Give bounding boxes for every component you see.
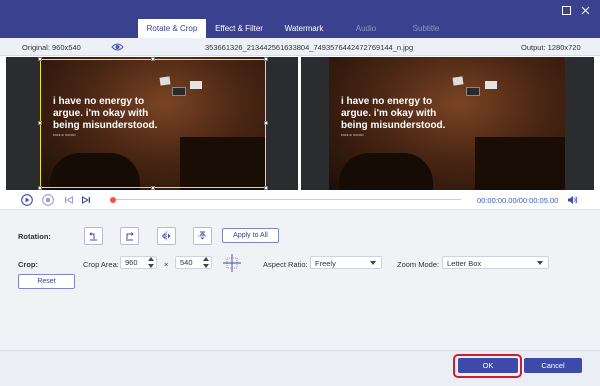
next-frame-icon[interactable] <box>80 194 92 206</box>
flip-vertical-icon[interactable] <box>193 227 212 245</box>
crop-width-input[interactable]: 960 <box>120 256 157 269</box>
crop-handle-left[interactable] <box>38 121 42 125</box>
flip-horizontal-icon[interactable] <box>157 227 176 245</box>
height-stepper[interactable] <box>202 257 210 268</box>
output-preview: i have no energy to argue. i'm okay with… <box>301 57 594 190</box>
original-resolution: Original: 960x540 <box>22 43 81 52</box>
crop-frame[interactable] <box>40 59 266 188</box>
output-resolution: Output: 1280x720 <box>521 43 581 52</box>
title-bar: Rotate & Crop Effect & Filter Watermark … <box>0 0 600 38</box>
controls-panel: Rotation: Apply to All Crop: Crop Area: … <box>0 210 600 350</box>
times-sign: × <box>164 260 169 269</box>
center-crop-icon[interactable] <box>223 254 241 272</box>
reset-button[interactable]: Reset <box>18 274 75 289</box>
tab-bar: Rotate & Crop Effect & Filter Watermark … <box>138 19 456 38</box>
stepper-down-icon <box>148 264 154 268</box>
rotation-label: Rotation: <box>18 232 51 241</box>
stepper-down-icon <box>203 264 209 268</box>
wall-poster <box>485 81 497 89</box>
crop-handle-tl[interactable] <box>38 57 42 61</box>
previous-frame-icon[interactable] <box>63 194 75 206</box>
aspect-ratio-value: Freely <box>315 259 336 268</box>
wall-poster <box>452 76 464 86</box>
stepper-up-icon <box>203 257 209 261</box>
chevron-down-icon <box>370 261 376 265</box>
play-icon[interactable] <box>21 194 33 206</box>
ok-highlight-box <box>453 354 522 378</box>
zoom-mode-select[interactable]: Letter Box <box>442 256 549 269</box>
cancel-button[interactable]: Cancel <box>524 358 582 373</box>
rotate-right-icon[interactable] <box>120 227 139 245</box>
apply-to-all-button[interactable]: Apply to All <box>222 228 279 243</box>
crop-handle-tr[interactable] <box>264 57 268 61</box>
close-icon[interactable] <box>578 3 592 17</box>
brand-text: MUSIC MOOD <box>341 133 364 137</box>
crop-area-label: Crop Area: <box>83 260 119 269</box>
bed-silhouette <box>339 153 433 190</box>
volume-icon[interactable] <box>566 194 578 206</box>
info-bar: Original: 960x540 353661326_213442561633… <box>0 38 600 56</box>
minimize-icon[interactable] <box>559 3 573 17</box>
crop-label: Crop: <box>18 260 38 269</box>
tab-watermark[interactable]: Watermark <box>272 19 336 38</box>
crop-handle-right[interactable] <box>264 121 268 125</box>
file-name: 353661326_213442561633804_74935764424727… <box>205 43 414 52</box>
zoom-mode-value: Letter Box <box>447 259 482 268</box>
timeline-scrubber[interactable] <box>110 197 116 203</box>
furniture-silhouette <box>475 137 565 190</box>
aspect-ratio-label: Aspect Ratio: <box>263 260 308 269</box>
tab-rotate-crop[interactable]: Rotate & Crop <box>138 19 206 38</box>
stepper-up-icon <box>148 257 154 261</box>
crop-height-input[interactable]: 540 <box>175 256 212 269</box>
tab-effect-filter[interactable]: Effect & Filter <box>206 19 272 38</box>
eye-icon[interactable] <box>111 42 124 52</box>
rotate-left-icon[interactable] <box>84 227 103 245</box>
zoom-mode-label: Zoom Mode: <box>397 260 440 269</box>
chevron-down-icon <box>537 261 543 265</box>
playback-bar: 00:00:00.00/00:00:05.00 <box>0 190 600 210</box>
crop-handle-top[interactable] <box>151 57 155 61</box>
time-display: 00:00:00.00/00:00:05.00 <box>477 196 559 205</box>
tab-audio[interactable]: Audio <box>336 19 396 38</box>
width-stepper[interactable] <box>147 257 155 268</box>
timeline-track[interactable] <box>111 199 461 200</box>
overlay-quote: i have no energy to argue. i'm okay with… <box>341 96 446 131</box>
tab-subtitle[interactable]: Subtitle <box>396 19 456 38</box>
stop-icon[interactable] <box>42 194 54 206</box>
wall-poster <box>466 87 480 96</box>
aspect-ratio-select[interactable]: Freely <box>310 256 382 269</box>
